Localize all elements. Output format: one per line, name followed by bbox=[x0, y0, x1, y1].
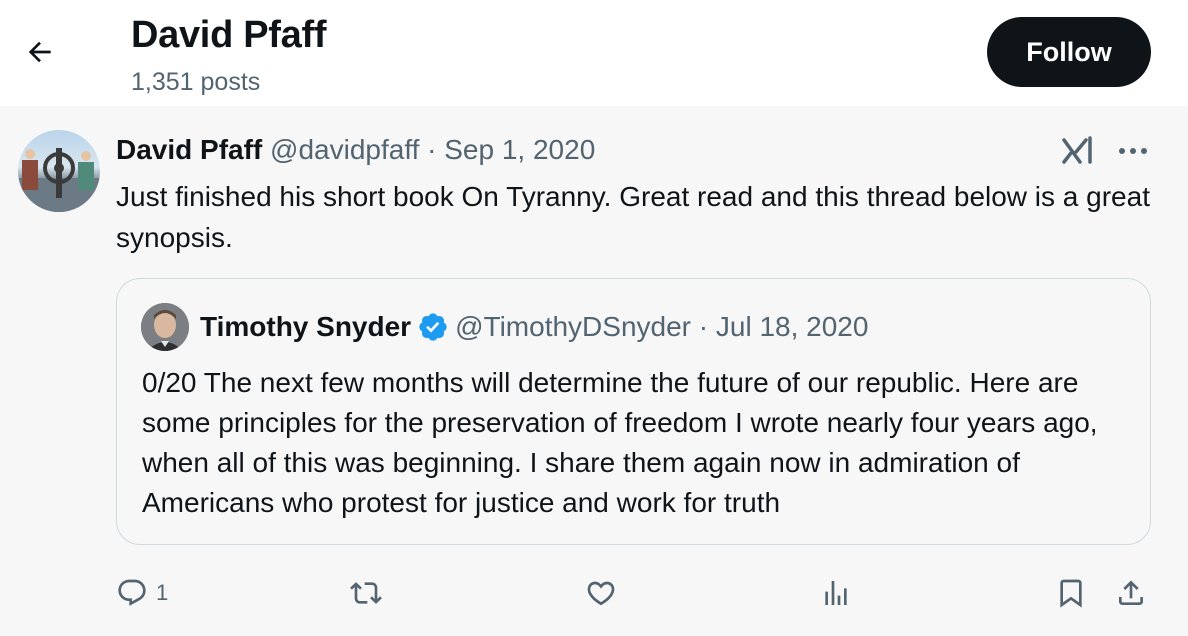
profile-header: David Pfaff 1,351 posts Follow bbox=[0, 0, 1188, 106]
author-name[interactable]: David Pfaff bbox=[116, 134, 262, 165]
views-icon bbox=[825, 581, 847, 605]
verified-badge-icon bbox=[417, 311, 449, 343]
quote-avatar[interactable] bbox=[141, 303, 189, 351]
back-button[interactable] bbox=[22, 34, 58, 70]
quoted-tweet[interactable]: Timothy Snyder @TimothyDSnyder · Jul 18,… bbox=[116, 278, 1151, 545]
quote-text: 0/20 The next few months will determine … bbox=[142, 367, 1098, 518]
arrow-left-icon bbox=[28, 41, 51, 63]
views-button[interactable] bbox=[820, 568, 852, 618]
reply-button[interactable]: 1 bbox=[116, 568, 168, 618]
retweet-button[interactable] bbox=[350, 568, 382, 618]
share-button[interactable] bbox=[1115, 568, 1147, 618]
reply-count: 1 bbox=[156, 580, 169, 605]
tweet[interactable]: David Pfaff @davidpfaff · Sep 1, 2020 Ju… bbox=[0, 106, 1188, 636]
tweet-actions: 1 bbox=[0, 568, 1188, 618]
post-count: 1,351 posts bbox=[131, 68, 261, 96]
like-icon bbox=[587, 581, 615, 606]
tweet-text: Just finished his short book On Tyranny.… bbox=[116, 181, 1150, 253]
quote-handle-date: @TimothyDSnyder · Jul 18, 2020 bbox=[455, 311, 869, 342]
reply-icon bbox=[118, 579, 146, 606]
tweet-author-line: David Pfaff @davidpfaff · Sep 1, 2020 bbox=[116, 134, 595, 166]
quote-author-name: Timothy Snyder bbox=[200, 311, 412, 342]
grok-icon[interactable] bbox=[1062, 136, 1096, 166]
more-icon[interactable] bbox=[1113, 138, 1153, 164]
like-button[interactable] bbox=[585, 568, 617, 618]
share-icon bbox=[1119, 580, 1143, 605]
bookmark-button[interactable] bbox=[1055, 568, 1087, 618]
bookmark-icon bbox=[1060, 579, 1082, 608]
follow-button[interactable]: Follow bbox=[987, 17, 1151, 87]
quote-author-line: Timothy Snyder @TimothyDSnyder · Jul 18,… bbox=[200, 311, 868, 343]
avatar[interactable] bbox=[18, 130, 100, 212]
author-handle-date[interactable]: @davidpfaff · Sep 1, 2020 bbox=[270, 134, 595, 165]
retweet-icon bbox=[350, 582, 382, 604]
profile-name: David Pfaff bbox=[131, 14, 327, 56]
